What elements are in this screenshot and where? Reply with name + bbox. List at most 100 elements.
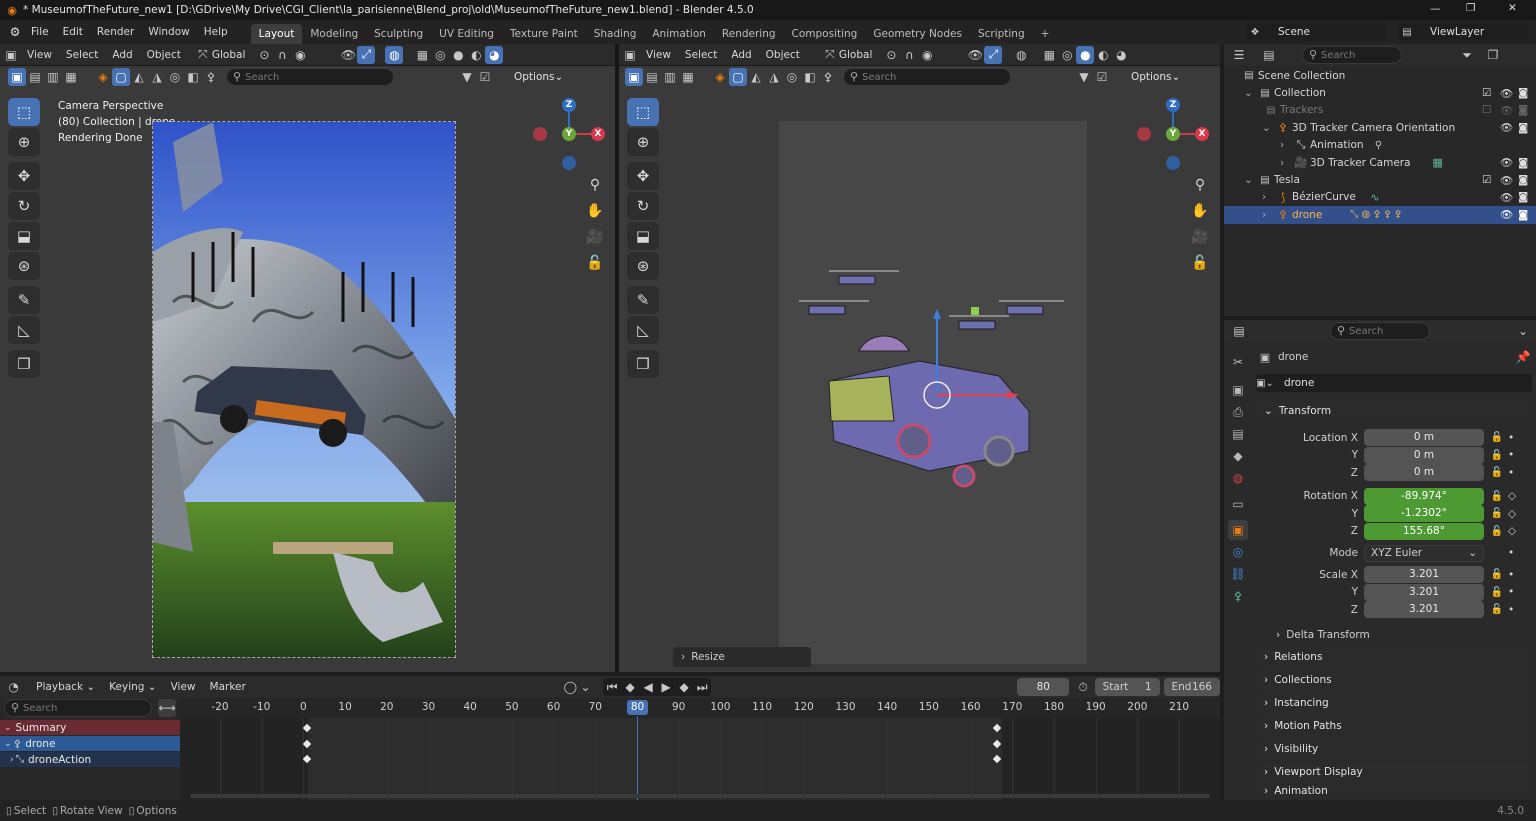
properties-search[interactable]: Search bbox=[1330, 322, 1430, 340]
delta-transform-subpanel[interactable]: › Delta Transform bbox=[1256, 625, 1532, 645]
keyframe-dot-icon[interactable]: • bbox=[1508, 432, 1514, 444]
keyframe-diamond-icon[interactable]: ◇ bbox=[1508, 490, 1516, 502]
last-operator-panel[interactable]: › Resize bbox=[673, 647, 811, 667]
tab-animation[interactable]: Animation bbox=[644, 24, 714, 44]
location-x-field[interactable]: 0 m bbox=[1364, 429, 1484, 447]
select-subtract-icon[interactable]: ▥ bbox=[44, 68, 62, 86]
filter-curve-icon[interactable]: ◮ bbox=[148, 68, 166, 86]
collection-tab-icon[interactable]: ▭ bbox=[1228, 494, 1248, 514]
frame-end-field[interactable]: End 166 bbox=[1163, 678, 1220, 696]
menu-marker[interactable]: Marker bbox=[203, 681, 253, 693]
add-workspace-button[interactable]: + bbox=[1033, 24, 1058, 44]
outliner-row-tesla[interactable]: ⌄ ▤ Tesla ☑ 👁 ◙ bbox=[1224, 171, 1536, 188]
filter-light-icon[interactable]: ◎ bbox=[166, 68, 184, 86]
channel-drone-action[interactable]: › ⤡ droneAction bbox=[0, 752, 180, 767]
outliner-row-trackers[interactable]: ▤ Trackers ☐ 👁 ◙ bbox=[1224, 102, 1536, 119]
tab-scripting[interactable]: Scripting bbox=[970, 24, 1033, 44]
output-tab-icon[interactable]: ⎙ bbox=[1228, 402, 1248, 422]
tab-geometry-nodes[interactable]: Geometry Nodes bbox=[865, 24, 970, 44]
shading-wireframe-icon[interactable]: ◎ bbox=[1058, 46, 1076, 64]
data-tab-icon[interactable]: ⚴ bbox=[1228, 586, 1248, 606]
outliner-editor-icon[interactable]: ☰ bbox=[1230, 46, 1248, 64]
pivot-icon[interactable]: ⊙ bbox=[882, 46, 900, 64]
tab-shading[interactable]: Shading bbox=[586, 24, 645, 44]
visibility-panel[interactable]: › Visibility bbox=[1256, 738, 1532, 760]
outliner-row-animation[interactable]: › ⤡ Animation ⚲ bbox=[1224, 137, 1536, 154]
shading-solid-icon[interactable]: ● bbox=[449, 46, 467, 64]
shading-wireframe-icon[interactable]: ◎ bbox=[431, 46, 449, 64]
rotation-mode-dropdown[interactable]: XYZ Euler ⌄ bbox=[1364, 544, 1484, 562]
scale-tool[interactable]: ⬓ bbox=[8, 222, 40, 250]
scale-tool[interactable]: ⬓ bbox=[627, 222, 659, 250]
camera-render-icon[interactable]: ◙ bbox=[1518, 104, 1528, 116]
transform-tool[interactable]: ⊛ bbox=[627, 252, 659, 280]
filter-light-icon[interactable]: ◎ bbox=[783, 68, 801, 86]
outliner-row-beziercurve[interactable]: › ⟆ BézierCurve ∿ 👁 ◙ bbox=[1224, 189, 1536, 206]
datablock-row[interactable]: ▣⌄ drone bbox=[1256, 374, 1532, 392]
keyframe-dot-icon[interactable]: • bbox=[1508, 449, 1514, 461]
overlay-toggle-icon[interactable]: ◍ bbox=[1012, 46, 1030, 64]
viewport-right[interactable]: ▣ View Select Add Object ⤧ Global ⊙ ∩ ◉ … bbox=[619, 44, 1220, 672]
proportional-edit-icon[interactable]: ◉ bbox=[291, 46, 309, 64]
editor-type-icon[interactable]: ▣ bbox=[2, 46, 20, 64]
tab-layout[interactable]: Layout bbox=[250, 24, 303, 44]
gizmo-x-axis[interactable]: X bbox=[591, 127, 605, 141]
menu-playback[interactable]: Playback ⌄ bbox=[29, 681, 102, 693]
select-extend-icon[interactable]: ▤ bbox=[26, 68, 44, 86]
stopwatch-icon[interactable]: ⏱ bbox=[1075, 678, 1090, 696]
timeline-editor-icon[interactable]: ◔ bbox=[6, 678, 21, 696]
filter-curve-icon[interactable]: ◮ bbox=[765, 68, 783, 86]
filter-camera-icon[interactable]: ◧ bbox=[184, 68, 202, 86]
viewport-display-panel[interactable]: › Viewport Display bbox=[1256, 761, 1532, 783]
gizmo-neg-x[interactable] bbox=[1137, 127, 1151, 141]
filter-icon[interactable]: ▼ bbox=[458, 68, 476, 86]
filter-mesh-icon[interactable]: ◭ bbox=[130, 68, 148, 86]
filter-camera-icon[interactable]: ◧ bbox=[801, 68, 819, 86]
options-button[interactable]: Options ⌄ bbox=[508, 68, 569, 86]
tab-sculpting[interactable]: Sculpting bbox=[366, 24, 431, 44]
tab-texture-paint[interactable]: Texture Paint bbox=[502, 24, 586, 44]
keyframe-action-end[interactable] bbox=[992, 754, 1002, 764]
overlay-toggle-icon[interactable]: ◍ bbox=[385, 45, 404, 64]
keyframe-diamond-icon[interactable]: ◇ bbox=[1508, 525, 1516, 537]
gizmo-neg-x[interactable] bbox=[533, 127, 547, 141]
cursor-tool[interactable]: ⊕ bbox=[8, 128, 40, 156]
filter-armature-icon[interactable]: ⚴ bbox=[819, 68, 837, 86]
gizmo-neg-z[interactable] bbox=[1166, 156, 1180, 170]
eye-icon[interactable]: 👁 bbox=[1500, 156, 1513, 169]
timeline-scrollbar[interactable] bbox=[190, 794, 1210, 798]
tab-modeling[interactable]: Modeling bbox=[302, 24, 366, 44]
select-invert-icon[interactable]: ▦ bbox=[62, 68, 80, 86]
camera-render-icon[interactable]: ◙ bbox=[1518, 191, 1528, 203]
scale-x-field[interactable]: 3.201 bbox=[1364, 566, 1484, 584]
keyframe-diamond-icon[interactable]: ◇ bbox=[1508, 508, 1516, 520]
motion-paths-panel[interactable]: › Motion Paths bbox=[1256, 715, 1532, 737]
chevron-down-icon[interactable]: ⌄ bbox=[1244, 87, 1256, 99]
editor-type-icon[interactable]: ▣ bbox=[621, 46, 639, 64]
rotation-x-field[interactable]: -89.974° bbox=[1364, 487, 1484, 505]
eye-icon[interactable]: 👁 bbox=[1500, 121, 1513, 134]
object-mode-icon[interactable]: ◈ bbox=[711, 68, 729, 86]
lock-camera-icon[interactable]: 🔓 bbox=[1189, 252, 1211, 274]
select-mode-icon[interactable]: ▣ bbox=[625, 68, 643, 86]
filter-box-icon[interactable]: ▢ bbox=[729, 68, 747, 86]
outliner-row-collection[interactable]: ⌄ ▤ Collection ☑ 👁 ◙ bbox=[1224, 84, 1536, 101]
shading-material-icon[interactable]: ◐ bbox=[467, 46, 485, 64]
navigation-gizmo[interactable]: Z Y X bbox=[530, 96, 610, 176]
gizmo-neg-z[interactable] bbox=[562, 156, 576, 170]
lock-icon[interactable]: 🔓 bbox=[1488, 522, 1506, 540]
pan-hand-icon[interactable]: ✋ bbox=[1189, 200, 1211, 222]
tab-rendering[interactable]: Rendering bbox=[714, 24, 784, 44]
lock-icon[interactable]: 🔓 bbox=[1488, 429, 1506, 447]
select-invert-icon[interactable]: ▦ bbox=[679, 68, 697, 86]
visibility-icon[interactable]: 👁 bbox=[339, 46, 357, 64]
lock-icon[interactable]: 🔓 bbox=[1488, 464, 1506, 482]
render-tab-icon[interactable]: ▣ bbox=[1228, 380, 1248, 400]
menu-select[interactable]: Select bbox=[678, 49, 724, 61]
options-button[interactable]: Options ⌄ bbox=[1125, 68, 1186, 86]
eye-icon[interactable]: 👁 bbox=[1500, 191, 1513, 204]
rotation-y-field[interactable]: -1.2302° bbox=[1364, 505, 1484, 523]
snap-icon[interactable]: ∩ bbox=[900, 46, 918, 64]
orientation-dropdown[interactable]: Global bbox=[212, 49, 246, 61]
world-tab-icon[interactable]: ◍ bbox=[1228, 468, 1248, 488]
